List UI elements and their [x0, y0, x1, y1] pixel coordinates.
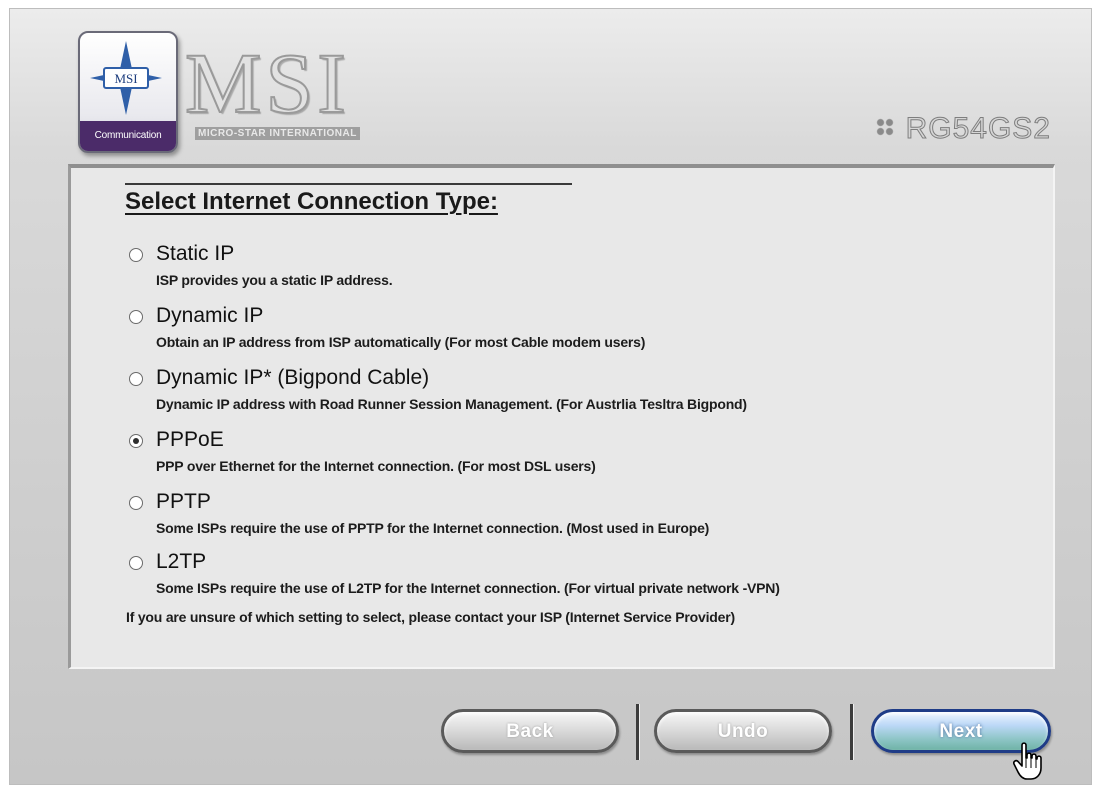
radio-dynamic-ip-bigpond[interactable] [129, 372, 143, 386]
back-button[interactable]: Back [441, 709, 619, 753]
undo-button[interactable]: Undo [654, 709, 832, 753]
connection-type-panel: Select Internet Connection Type: Static … [68, 164, 1055, 669]
msi-compass-logo-icon: MSI [90, 41, 162, 115]
badge-caption: Communication [80, 121, 176, 151]
brand-logo: MSI MICRO-STAR INTERNATIONAL [184, 34, 430, 144]
button-separator [850, 704, 854, 760]
brand-name: MSI [184, 34, 350, 132]
option-label[interactable]: Dynamic IP [156, 304, 263, 328]
radio-pppoe[interactable] [129, 434, 143, 448]
page-title: Select Internet Connection Type: [125, 188, 498, 215]
option-description: Obtain an IP address from ISP automatica… [156, 334, 646, 350]
brand-subtitle: MICRO-STAR INTERNATIONAL [195, 127, 360, 140]
badge-top-text: MSI [114, 71, 137, 86]
option-label[interactable]: PPTP [156, 490, 211, 514]
radio-pptp[interactable] [129, 496, 143, 510]
title-rule [125, 183, 572, 185]
hand-pointer-icon [1013, 742, 1042, 780]
option-label[interactable]: Static IP [156, 242, 234, 266]
msi-communication-badge: MSI Communication [78, 31, 178, 153]
model-label: RG54GS2 [905, 112, 1051, 146]
option-description: PPP over Ethernet for the Internet conne… [156, 458, 596, 474]
model-name: RG54GS2 [875, 112, 1051, 146]
option-description: ISP provides you a static IP address. [156, 272, 393, 288]
option-description: Some ISPs require the use of L2TP for th… [156, 580, 780, 596]
radio-static-ip[interactable] [129, 248, 143, 262]
dots-grid-icon [875, 118, 894, 136]
option-description: Some ISPs require the use of PPTP for th… [156, 520, 710, 536]
button-separator [636, 704, 640, 760]
radio-dynamic-ip[interactable] [129, 310, 143, 324]
radio-l2tp[interactable] [129, 556, 143, 570]
option-label[interactable]: Dynamic IP* (Bigpond Cable) [156, 366, 429, 390]
setup-wizard-window: MSI Communication MSI MICRO-STAR INTERNA… [9, 8, 1092, 785]
help-footnote: If you are unsure of which setting to se… [126, 609, 735, 625]
option-description: Dynamic IP address with Road Runner Sess… [156, 396, 747, 412]
option-label[interactable]: L2TP [156, 550, 206, 574]
option-label[interactable]: PPPoE [156, 428, 224, 452]
